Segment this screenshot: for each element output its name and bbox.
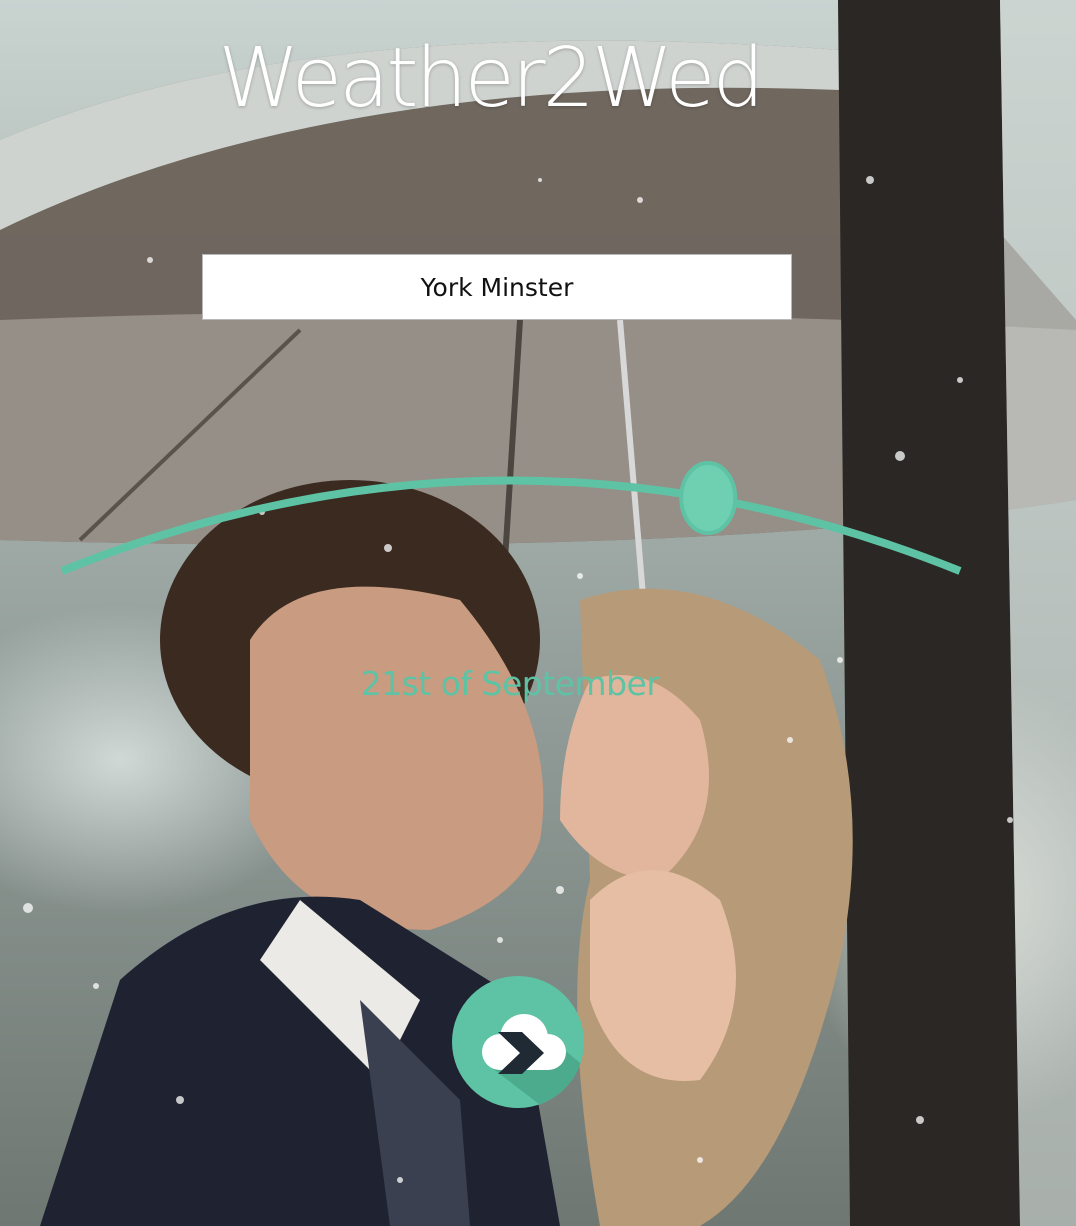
venue-input[interactable] — [202, 254, 792, 320]
site-title: Weather2Wed — [218, 31, 764, 126]
cloud-arrow-icon — [482, 1014, 584, 1108]
selected-date-label: 21st of September — [360, 664, 660, 703]
weather2wed-page: Weather2Wed 21st of September — [0, 0, 1076, 1226]
get-forecast-button[interactable] — [452, 976, 584, 1108]
date-slider-thumb[interactable] — [679, 461, 738, 535]
